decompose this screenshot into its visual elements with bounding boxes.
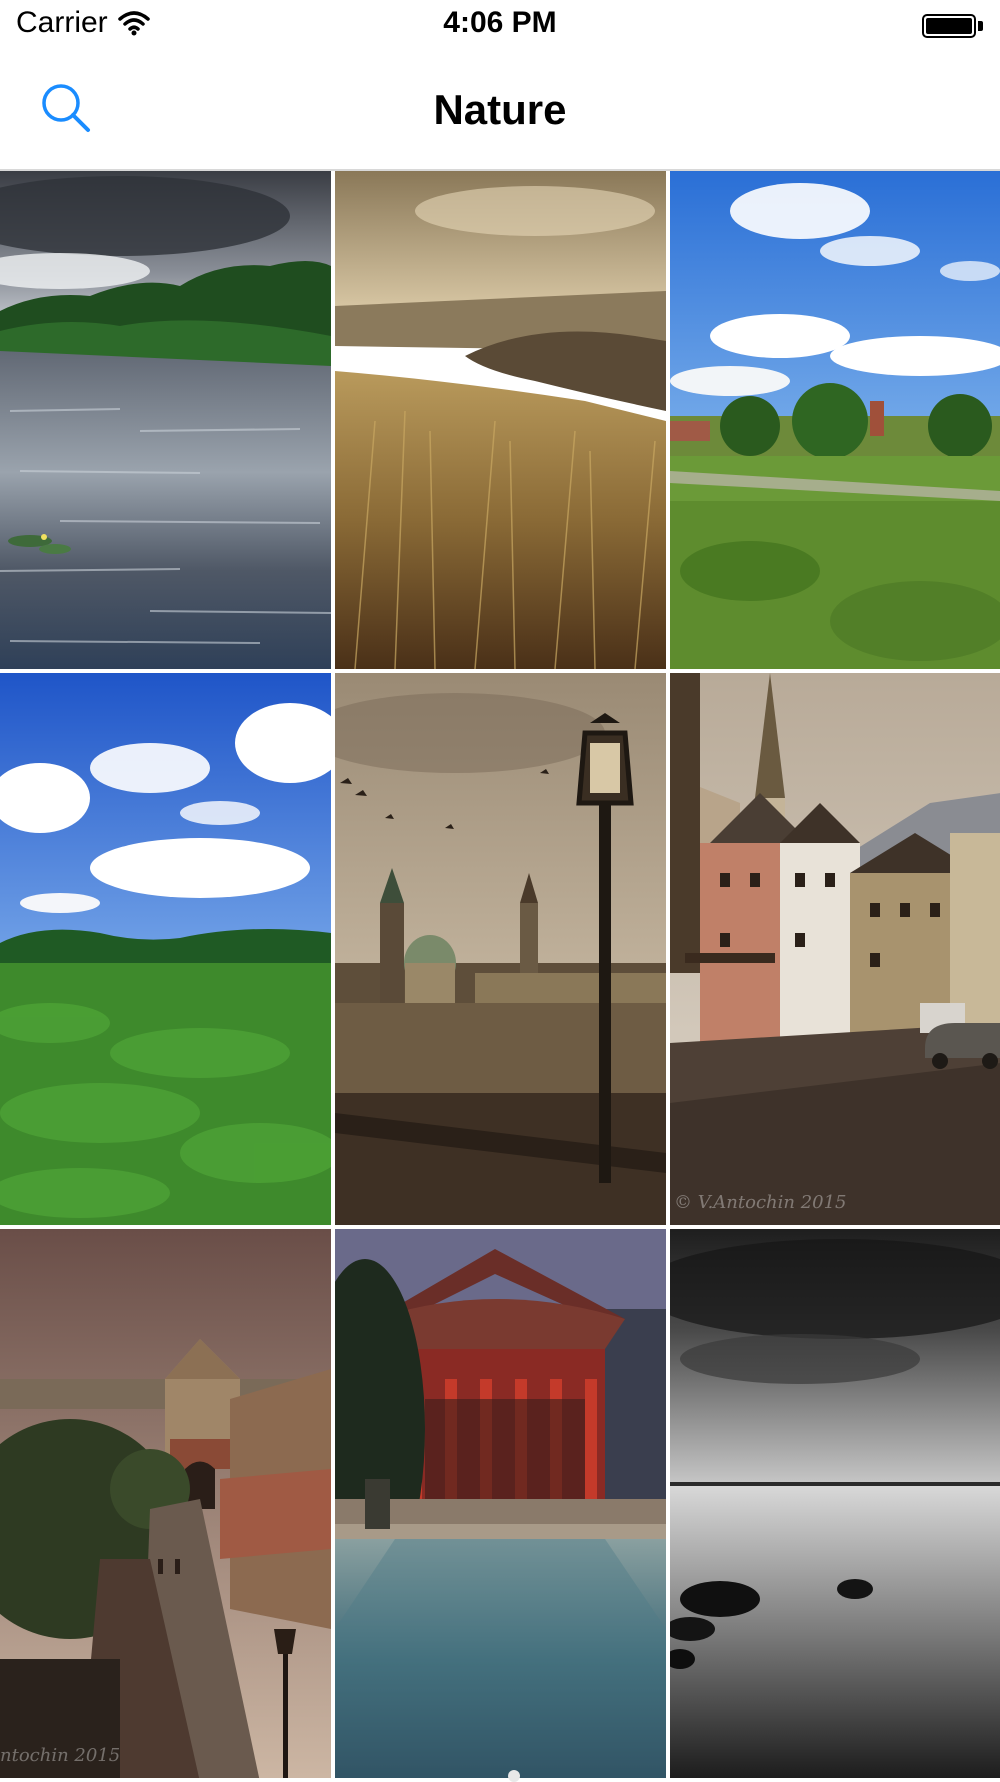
- photo-thumbnail[interactable]: [0, 171, 331, 669]
- photo-thumbnail[interactable]: [0, 673, 331, 1225]
- photo-grid: © V.Antochin 2015 ntochin 2015: [0, 171, 1000, 1778]
- photo-red-temple: [335, 1229, 666, 1778]
- photo-village: [670, 673, 1000, 1225]
- photo-meadow: [0, 673, 331, 1225]
- photo-thumbnail[interactable]: [335, 673, 666, 1225]
- photo-thumbnail[interactable]: [670, 171, 1000, 669]
- page-title: Nature: [433, 86, 567, 133]
- photo-watermark: © V.Antochin 2015: [674, 1192, 847, 1213]
- photo-thumbnail[interactable]: © V.Antochin 2015: [670, 673, 1000, 1225]
- photo-park: [670, 171, 1000, 669]
- navigation-bar: Nature: [0, 56, 1000, 171]
- photo-bw-lake: [670, 1229, 1000, 1778]
- photo-castle-alley: [0, 1229, 331, 1778]
- photo-thumbnail[interactable]: ntochin 2015: [0, 1229, 331, 1778]
- photo-watermark: ntochin 2015: [0, 1745, 121, 1766]
- photo-old-city: [335, 673, 666, 1225]
- photo-grass-field: [335, 171, 666, 669]
- battery-icon: [922, 14, 984, 38]
- scroll-indicator: [508, 1770, 520, 1782]
- photo-thumbnail[interactable]: [670, 1229, 1000, 1778]
- photo-thumbnail[interactable]: [335, 171, 666, 669]
- status-bar: Carrier 4:06 PM: [0, 0, 1000, 56]
- photo-river: [0, 171, 331, 669]
- photo-thumbnail[interactable]: [335, 1229, 666, 1778]
- status-time: 4:06 PM: [443, 6, 557, 39]
